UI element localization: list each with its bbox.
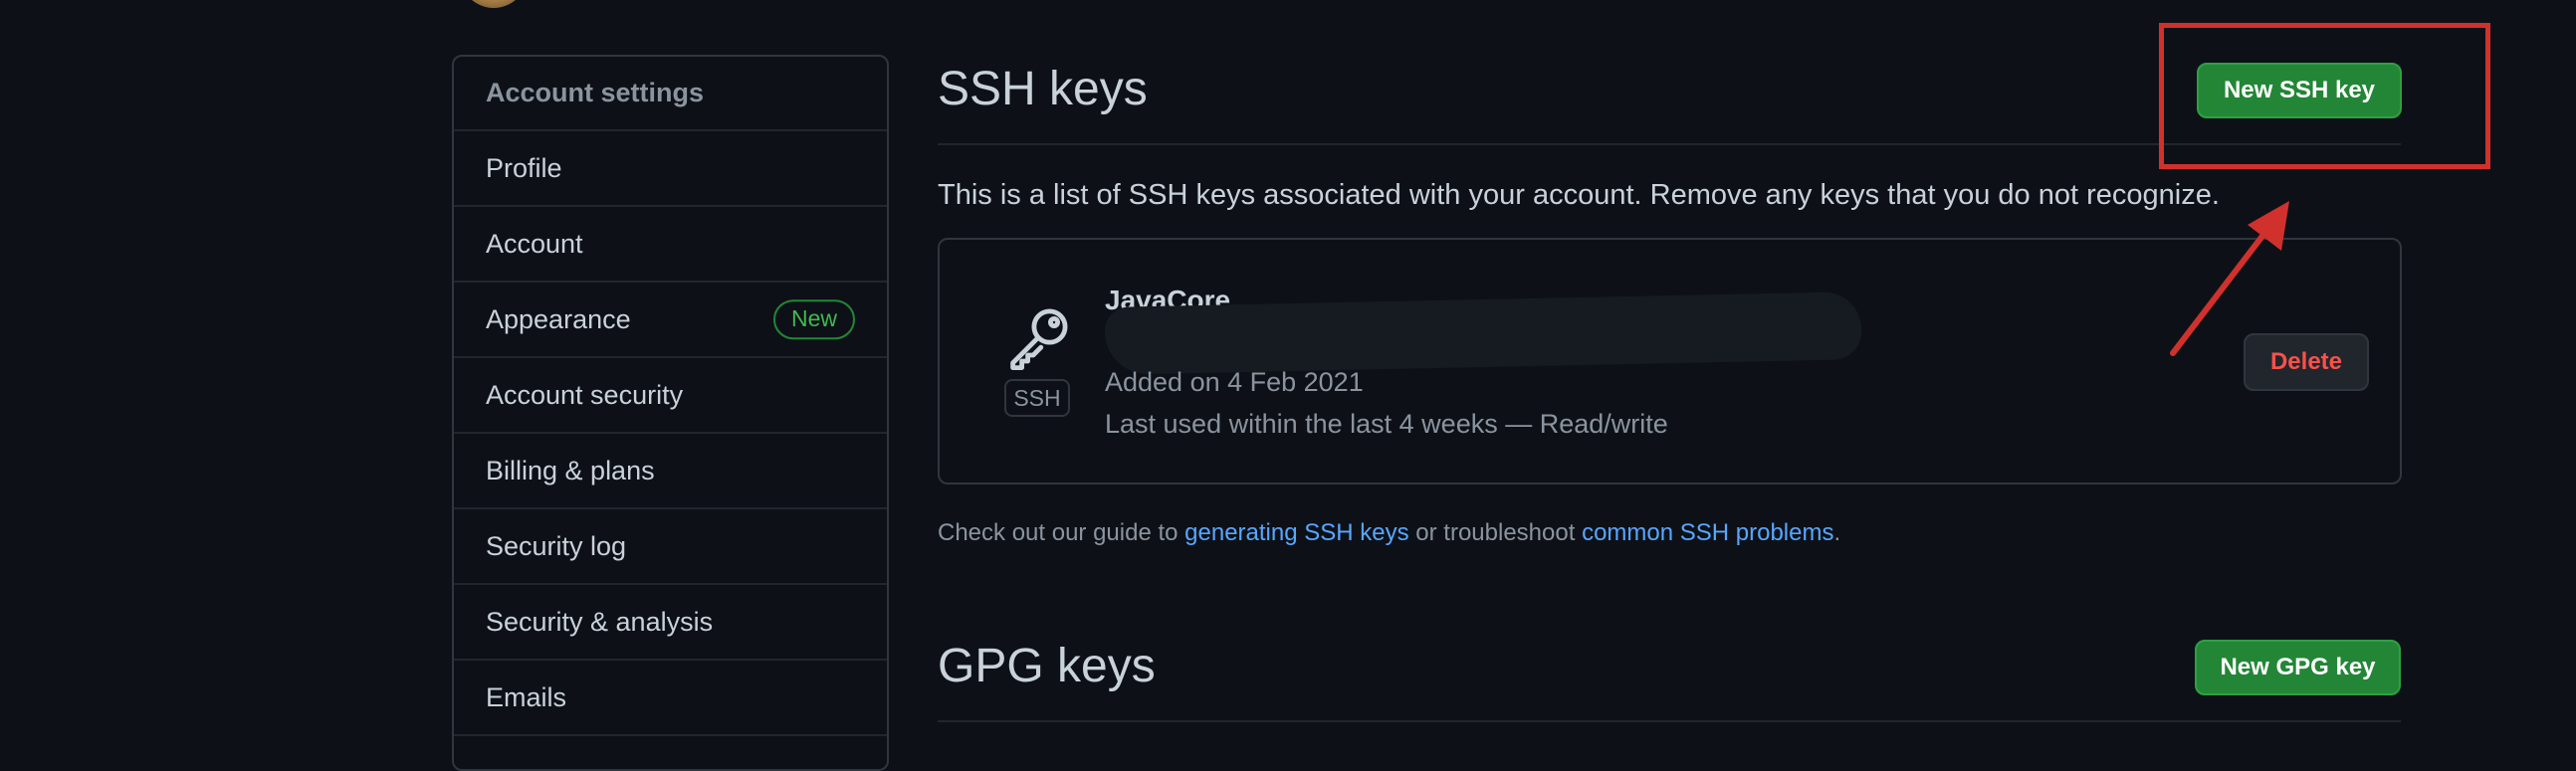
sidebar-item-appearance[interactable]: Appearance New bbox=[454, 283, 887, 358]
new-badge: New bbox=[772, 299, 855, 339]
settings-sidebar: Account settings Profile Account Appeara… bbox=[452, 55, 889, 771]
ssh-keys-title: SSH keys bbox=[938, 63, 1148, 115]
common-ssh-problems-link[interactable]: common SSH problems bbox=[1582, 519, 1833, 546]
key-icon bbox=[1010, 308, 1068, 370]
sidebar-header: Account settings bbox=[454, 57, 887, 131]
sidebar-item-label: Security log bbox=[486, 530, 627, 561]
sidebar-item-label: Billing & plans bbox=[486, 455, 655, 485]
sidebar-item-emails[interactable]: Emails bbox=[454, 661, 887, 736]
key-last-used: Last used within the last 4 weeks — Read… bbox=[1105, 409, 1668, 439]
sidebar-item-label: Account bbox=[486, 228, 583, 259]
sidebar-item-label: Profile bbox=[486, 152, 562, 183]
annotation-highlight-box bbox=[2159, 23, 2490, 169]
gpg-keys-title: GPG keys bbox=[938, 640, 1156, 692]
sidebar-item-account-security[interactable]: Account security bbox=[454, 358, 887, 434]
ssh-description: This is a list of SSH keys associated wi… bbox=[938, 179, 2220, 211]
guide-prefix: Check out our guide to bbox=[938, 519, 1185, 546]
avatar[interactable] bbox=[460, 0, 528, 8]
generating-ssh-keys-link[interactable]: generating SSH keys bbox=[1184, 519, 1408, 546]
sidebar-item-account[interactable]: Account bbox=[454, 207, 887, 283]
guide-middle: or troubleshoot bbox=[1408, 519, 1583, 546]
sidebar-item-label: Appearance bbox=[486, 303, 631, 334]
sidebar-item-profile[interactable]: Profile bbox=[454, 131, 887, 207]
sidebar-item-security-analysis[interactable]: Security & analysis bbox=[454, 585, 887, 661]
divider bbox=[938, 720, 2401, 722]
sidebar-item-security-log[interactable]: Security log bbox=[454, 509, 887, 585]
ssh-guide-text: Check out our guide to generating SSH ke… bbox=[938, 519, 1840, 547]
ssh-type-label: SSH bbox=[1004, 379, 1070, 417]
sidebar-item-label: Security & analysis bbox=[486, 606, 714, 637]
key-added-date: Added on 4 Feb 2021 bbox=[1105, 367, 1364, 397]
annotation-arrow-icon bbox=[2170, 201, 2289, 356]
guide-suffix: . bbox=[1833, 519, 1841, 546]
sidebar-item-label: Account security bbox=[486, 379, 684, 410]
redacted-fingerprint bbox=[1104, 291, 1862, 375]
sidebar-item-label: Emails bbox=[486, 681, 567, 712]
new-gpg-key-button[interactable]: New GPG key bbox=[2195, 640, 2401, 695]
sidebar-item-billing[interactable]: Billing & plans bbox=[454, 434, 887, 509]
